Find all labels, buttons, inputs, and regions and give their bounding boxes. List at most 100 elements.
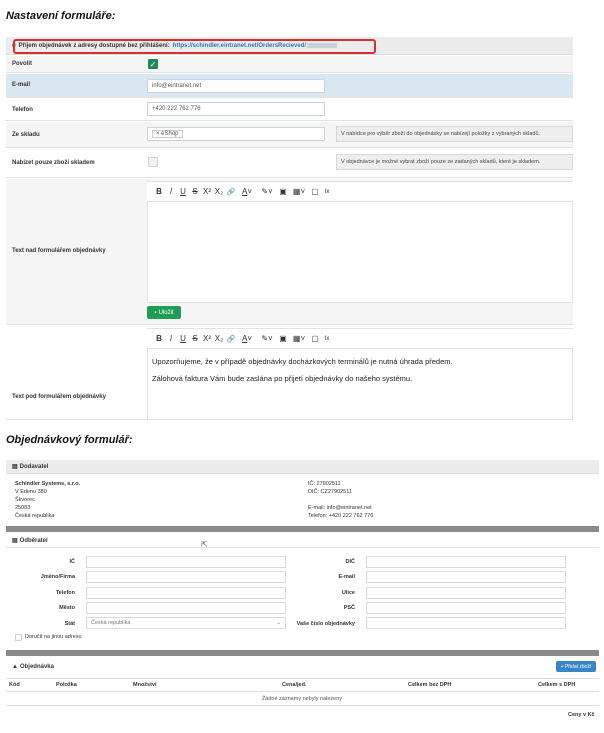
mouse-cursor-icon: ⇱ bbox=[201, 540, 208, 549]
embed-icon[interactable]: ▢ bbox=[309, 187, 321, 196]
bold-icon[interactable]: B bbox=[153, 187, 165, 196]
povolit-checkbox[interactable]: ✓ bbox=[148, 59, 158, 69]
highlight-icon[interactable]: ✎˅ bbox=[257, 334, 277, 343]
superscript-icon[interactable]: X² bbox=[201, 187, 213, 196]
dodavatel-street: V Edenu 380 bbox=[15, 489, 47, 495]
add-item-button[interactable]: + Přidat zboží bbox=[556, 661, 596, 672]
dodavatel-name: Schindler Systems, s.r.o. bbox=[15, 481, 81, 487]
dic-input[interactable] bbox=[366, 556, 566, 568]
strikethrough-icon[interactable]: S bbox=[189, 187, 201, 196]
ulice-input[interactable] bbox=[366, 587, 566, 599]
povolit-label: Povolit bbox=[12, 61, 33, 67]
dodavatel-header: ▤ Dodavatel bbox=[6, 460, 599, 474]
mesto-label: Město bbox=[59, 605, 75, 611]
email-input[interactable] bbox=[366, 571, 566, 583]
underline-icon[interactable]: U bbox=[177, 334, 189, 343]
link-icon[interactable]: 🔗 bbox=[225, 335, 237, 343]
prices-currency-note: Ceny v Kč bbox=[568, 712, 595, 718]
table-icon[interactable]: ▦˅ bbox=[289, 187, 309, 196]
dodavatel-zip: 25083 bbox=[15, 505, 31, 511]
highlight-icon[interactable]: ✎˅ bbox=[257, 187, 277, 196]
email-label: E-mail bbox=[338, 574, 355, 580]
order-form-heading: Objednávkový formulář: bbox=[6, 434, 133, 446]
clear-format-icon[interactable]: Ix bbox=[321, 189, 333, 195]
card-icon: ▤ bbox=[12, 538, 18, 544]
telefon-field[interactable]: +420 222 762 776 bbox=[147, 102, 325, 116]
dodavatel-phone: Telefon: +420 222 762 776 bbox=[308, 513, 374, 519]
eshop-tag[interactable]: × eShop bbox=[152, 130, 183, 138]
col-cena: Cena/jed. bbox=[282, 682, 307, 688]
superscript-icon[interactable]: X² bbox=[201, 334, 213, 343]
stat-select[interactable]: Česká republika ⌄ bbox=[86, 617, 286, 629]
nabizet-help: V objednávce je možné vybrat zboží pouze… bbox=[336, 154, 573, 170]
order-number-input[interactable] bbox=[366, 617, 566, 629]
telefon-input[interactable] bbox=[86, 587, 286, 599]
ic-input[interactable] bbox=[86, 556, 286, 568]
dodavatel-title: Dodavatel bbox=[19, 463, 49, 470]
nabizet-label: Nabízet pouze zboží skladem bbox=[12, 160, 95, 166]
col-celkem-s: Celkem s DPH bbox=[538, 682, 576, 688]
card-icon: ▤ bbox=[12, 464, 18, 470]
telefon-label: Telefon bbox=[55, 590, 75, 596]
text-nad-label: Text nad formulářem objednávky bbox=[12, 248, 106, 254]
ze-skladu-label: Ze skladu bbox=[12, 132, 40, 138]
email-field[interactable]: info@eintranet.net bbox=[147, 79, 325, 93]
embed-icon[interactable]: ▢ bbox=[309, 334, 321, 343]
jmeno-label: Jméno/Firma bbox=[40, 574, 75, 580]
url-highlight bbox=[13, 39, 376, 54]
stat-value: Česká republika bbox=[91, 620, 131, 626]
deliver-other-checkbox[interactable] bbox=[15, 634, 22, 641]
odberatel-header: ▤ Odběratel bbox=[6, 534, 599, 548]
jmeno-input[interactable] bbox=[86, 571, 286, 583]
col-mnozstvi: Množství bbox=[133, 682, 157, 688]
objednavka-title: Objednávka bbox=[19, 664, 54, 670]
col-polozka: Položka bbox=[56, 682, 77, 688]
dic-label: DIČ bbox=[345, 559, 355, 565]
settings-heading: Nastavení formuláře: bbox=[6, 10, 116, 22]
ze-skladu-select[interactable]: × eShop bbox=[147, 127, 325, 141]
order-number-label: Vaše číslo objednávky bbox=[296, 621, 355, 627]
italic-icon[interactable]: I bbox=[165, 334, 177, 343]
text-nad-toolbar: B I U S X² X₂ 🔗 A˅ ✎˅ ▣ ▦˅ ▢ Ix bbox=[147, 182, 573, 202]
col-celkem-bez: Celkem bez DPH bbox=[408, 682, 452, 688]
empty-table-message: Žádné záznamy nebyly nalezeny bbox=[261, 696, 343, 702]
strikethrough-icon[interactable]: S bbox=[189, 334, 201, 343]
section-divider bbox=[6, 650, 599, 656]
clear-format-icon[interactable]: Ix bbox=[321, 336, 333, 342]
font-color-icon[interactable]: A˅ bbox=[237, 334, 257, 343]
italic-icon[interactable]: I bbox=[165, 187, 177, 196]
telefon-label: Telefon bbox=[12, 107, 33, 113]
link-icon[interactable]: 🔗 bbox=[225, 188, 237, 196]
table-footer-line bbox=[6, 705, 599, 706]
email-label: E-mail bbox=[12, 82, 31, 88]
image-icon[interactable]: ▣ bbox=[277, 187, 289, 196]
dodavatel-city: Škvorec bbox=[15, 497, 35, 503]
row-povolit: Povolit bbox=[6, 56, 573, 73]
ic-label: IČ bbox=[69, 559, 76, 565]
subscript-icon[interactable]: X₂ bbox=[213, 187, 225, 196]
col-kod: Kód bbox=[9, 682, 20, 688]
dodavatel-email: E-mail: info@eintranet.net bbox=[308, 505, 372, 511]
psc-label: PSČ bbox=[343, 605, 355, 611]
text-pod-line-2: Zálohová faktura Vám bude zaslána po při… bbox=[152, 374, 413, 383]
save-button-label: Uložit bbox=[158, 309, 174, 316]
ulice-label: Ulice bbox=[341, 590, 355, 596]
deliver-other-label: Doručit na jinou adresu bbox=[25, 634, 82, 640]
subscript-icon[interactable]: X₂ bbox=[213, 334, 225, 343]
table-icon[interactable]: ▦˅ bbox=[289, 334, 309, 343]
odberatel-title: Odběratel bbox=[19, 537, 48, 544]
stat-label: Stát bbox=[64, 621, 75, 627]
psc-input[interactable] bbox=[366, 602, 566, 614]
text-pod-toolbar: B I U S X² X₂ 🔗 A˅ ✎˅ ▣ ▦˅ ▢ Ix bbox=[147, 329, 573, 349]
nabizet-checkbox[interactable] bbox=[148, 157, 158, 167]
mesto-input[interactable] bbox=[86, 602, 286, 614]
dodavatel-dic: DIČ: CZ27902511 bbox=[308, 489, 352, 495]
save-icon: ▪ bbox=[154, 309, 157, 316]
save-button[interactable]: ▪ Uložit bbox=[147, 306, 181, 319]
ze-skladu-help: V nabídce pro výběr zboží do objednávky … bbox=[336, 126, 573, 142]
font-color-icon[interactable]: A˅ bbox=[237, 187, 257, 196]
text-pod-label: Text pod formulářem objednávky bbox=[12, 394, 106, 400]
underline-icon[interactable]: U bbox=[177, 187, 189, 196]
image-icon[interactable]: ▣ bbox=[277, 334, 289, 343]
bold-icon[interactable]: B bbox=[153, 334, 165, 343]
